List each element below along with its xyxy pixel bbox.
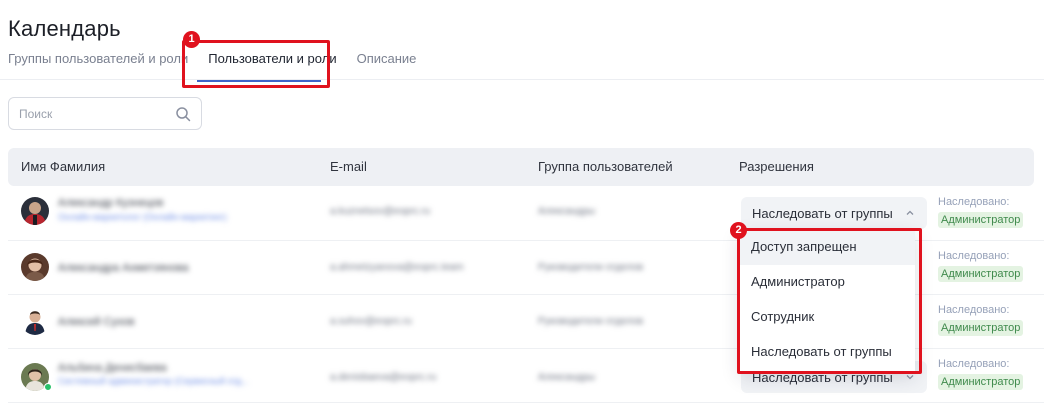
- inherited-label: Наследовано:: [938, 358, 1010, 370]
- column-header-permissions[interactable]: Разрешения: [739, 159, 814, 174]
- inherited-info: Наследовано: Администратор: [938, 250, 1024, 282]
- inherited-info: Наследовано: Администратор: [938, 358, 1024, 390]
- callout-highlight-tab: [182, 40, 330, 88]
- user-email: a.suhov@eoprc.ru: [330, 316, 412, 327]
- user-name: Александр Кузнецов: [58, 197, 164, 209]
- permission-select[interactable]: Наследовать от группы: [741, 197, 927, 229]
- avatar: [21, 197, 49, 225]
- user-email: a.denisbaeva@eoprc.ru: [330, 372, 437, 383]
- user-email: a.kuznetsov@eoprc.ru: [330, 206, 431, 217]
- inherited-label: Наследовано:: [938, 196, 1010, 208]
- inherited-info: Наследовано: Администратор: [938, 304, 1024, 336]
- tab-user-groups-and-roles[interactable]: Группы пользователей и роли: [8, 50, 188, 80]
- user-position: Онлайн-маркетолог (Онлайн-маркетинг): [58, 212, 227, 222]
- column-header-email[interactable]: E-mail: [330, 159, 367, 174]
- inherited-role-badge: Администратор: [938, 320, 1024, 336]
- avatar: [21, 307, 49, 335]
- inherited-label: Наследовано:: [938, 304, 1010, 316]
- column-header-group[interactable]: Группа пользователей: [538, 159, 673, 174]
- callout-badge-1: 1: [183, 31, 200, 48]
- row-divider: [8, 402, 1044, 403]
- tabs-divider: [0, 79, 1044, 80]
- user-group: Александры: [538, 372, 596, 383]
- user-group: Александры: [538, 206, 596, 217]
- user-name: Альбина Денисбаева: [58, 362, 167, 374]
- search-icon[interactable]: [175, 106, 191, 122]
- tab-description[interactable]: Описание: [357, 50, 417, 80]
- page-title: Календарь: [8, 16, 121, 41]
- online-status-dot: [44, 383, 52, 391]
- user-name: Алексей Сухов: [58, 316, 135, 328]
- inherited-role-badge: Администратор: [938, 266, 1024, 282]
- callout-highlight-dropdown: [737, 228, 922, 374]
- inherited-label: Наследовано:: [938, 250, 1010, 262]
- callout-badge-2: 2: [730, 222, 747, 239]
- chevron-up-icon: [906, 210, 914, 215]
- user-name: Александра Ахметзянова: [58, 262, 189, 274]
- avatar: [21, 253, 49, 281]
- inherited-role-badge: Администратор: [938, 212, 1024, 228]
- user-group: Руководители отделов: [538, 316, 644, 327]
- user-email: a.ahmetzyanova@eoprc.team: [330, 262, 464, 273]
- user-position: Системный администратор (Сервисный отд..…: [58, 376, 249, 386]
- permission-select-value: Наследовать от группы: [752, 205, 893, 221]
- table-header: Имя Фамилия E-mail Группа пользователей …: [8, 148, 1034, 186]
- column-header-name[interactable]: Имя Фамилия: [21, 159, 105, 174]
- user-group: Руководители отделов: [538, 262, 644, 273]
- search-placeholder: Поиск: [19, 106, 53, 121]
- inherited-role-badge: Администратор: [938, 374, 1024, 390]
- search-input[interactable]: Поиск: [8, 97, 202, 130]
- inherited-info: Наследовано: Администратор: [938, 196, 1024, 228]
